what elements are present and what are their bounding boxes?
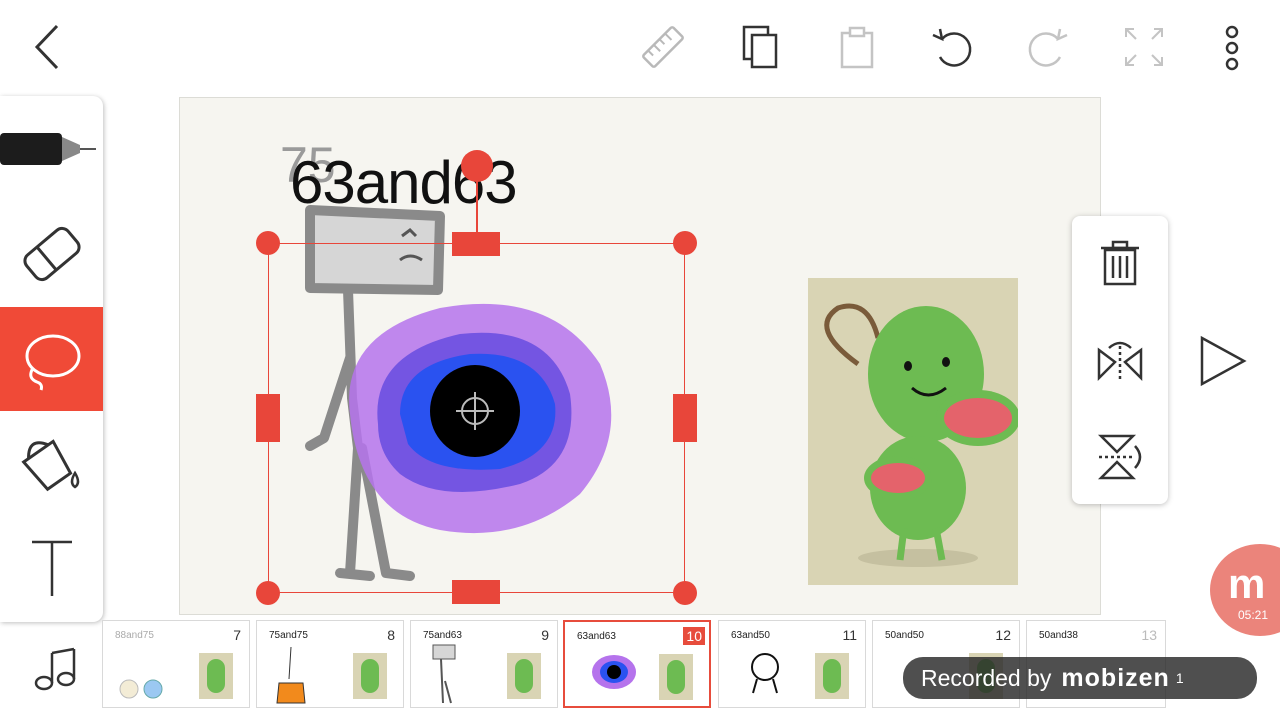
music-button[interactable] — [30, 645, 78, 698]
paste-button[interactable] — [831, 22, 881, 72]
frame-thumbnail — [119, 679, 163, 699]
redo-icon — [1028, 28, 1068, 67]
lasso-tool[interactable] — [0, 307, 103, 411]
frame-label: 75and75 — [269, 630, 308, 641]
copy-button[interactable] — [735, 22, 785, 72]
paste-icon — [840, 26, 874, 69]
frame-label: 50and50 — [885, 630, 924, 641]
undo-icon — [932, 28, 972, 67]
play-button[interactable] — [1196, 334, 1250, 393]
trash-icon — [1101, 240, 1139, 286]
timeline-frame[interactable]: 75and75 8 — [256, 620, 404, 708]
fullscreen-button[interactable] — [1119, 22, 1169, 72]
green-character-image — [808, 278, 1018, 585]
play-icon — [1200, 335, 1247, 387]
ruler-icon — [642, 26, 684, 68]
frame-thumbnail — [276, 646, 306, 704]
eraser-tool[interactable] — [0, 202, 103, 306]
frame-number: 7 — [233, 627, 241, 643]
timeline-frame-current[interactable]: 63and63 10 — [563, 620, 711, 708]
flip-vertical-button[interactable] — [1095, 432, 1145, 487]
recorder-time: 05:21 — [1238, 608, 1269, 622]
frame-number: 10 — [683, 627, 705, 645]
frame-thumbnail — [751, 653, 779, 694]
resize-handle-bottom-right[interactable] — [673, 581, 697, 605]
undo-button[interactable] — [927, 22, 977, 72]
fullscreen-icon — [1125, 28, 1163, 66]
resize-handle-bottom-left[interactable] — [256, 581, 280, 605]
lasso-icon — [25, 334, 80, 391]
drawing-canvas[interactable]: 75 63and63 — [179, 97, 1101, 615]
resize-handle-top-right[interactable] — [673, 231, 697, 255]
resize-handle-top-left[interactable] — [256, 231, 280, 255]
resize-handle-left[interactable] — [256, 394, 280, 442]
frame-number: 12 — [995, 627, 1011, 643]
recorder-bubble[interactable]: m 05:21 — [1210, 544, 1280, 636]
flip-vertical-icon — [1097, 434, 1142, 480]
frame-number: 8 — [387, 627, 395, 643]
flip-horizontal-button[interactable] — [1095, 336, 1145, 391]
frame-thumbnail — [353, 653, 387, 699]
timeline-frame[interactable]: 75and63 9 — [410, 620, 558, 708]
timeline-frame[interactable]: 63and50 11 — [718, 620, 866, 708]
timeline-frame[interactable]: 88and75 7 — [102, 620, 250, 708]
paint-bucket-icon — [20, 439, 79, 492]
frame-label: 88and75 — [115, 630, 154, 641]
redo-button[interactable] — [1023, 22, 1073, 72]
recorder-watermark: Recorded by mobizen 1 — [903, 657, 1257, 699]
selection-box[interactable] — [268, 243, 685, 593]
text-icon — [31, 540, 72, 596]
resize-handle-bottom[interactable] — [452, 580, 500, 604]
frame-label: 63and63 — [577, 631, 616, 642]
eraser-icon — [22, 226, 81, 282]
frame-thumbnail — [432, 644, 456, 704]
resize-handle-right[interactable] — [673, 394, 697, 442]
recorder-badge-text: Recorded by — [921, 664, 1052, 691]
flip-horizontal-icon — [1097, 341, 1143, 382]
music-note-icon — [34, 647, 76, 691]
rotate-handle[interactable] — [461, 150, 493, 182]
ruler-button[interactable] — [638, 22, 688, 72]
selection-context-menu — [1072, 216, 1168, 504]
resize-handle-top[interactable] — [452, 232, 500, 256]
pen-tool[interactable] — [0, 97, 103, 201]
partial-frame-number: 1 — [1175, 670, 1184, 686]
frame-number: 13 — [1141, 627, 1157, 643]
more-button[interactable] — [1207, 22, 1257, 72]
frame-thumbnail — [592, 655, 636, 689]
frame-label: 75and63 — [423, 630, 462, 641]
back-icon — [34, 24, 59, 70]
frame-thumbnail — [815, 653, 849, 699]
frame-label: 50and38 — [1039, 630, 1078, 641]
text-tool[interactable] — [0, 517, 103, 621]
frame-thumbnail — [659, 654, 693, 700]
frame-thumbnail — [199, 653, 233, 699]
copy-icon — [742, 25, 778, 69]
frame-number: 9 — [541, 627, 549, 643]
delete-button[interactable] — [1095, 238, 1145, 293]
more-icon — [1225, 25, 1239, 71]
pen-icon — [0, 133, 96, 165]
recorder-brand: mobizen — [1061, 663, 1170, 692]
back-button[interactable] — [24, 22, 74, 72]
frame-number: 11 — [842, 627, 857, 643]
frame-thumbnail — [507, 653, 541, 699]
fill-tool[interactable] — [0, 412, 103, 516]
recorder-logo-icon: m — [1228, 560, 1266, 607]
frame-label: 63and50 — [731, 630, 770, 641]
